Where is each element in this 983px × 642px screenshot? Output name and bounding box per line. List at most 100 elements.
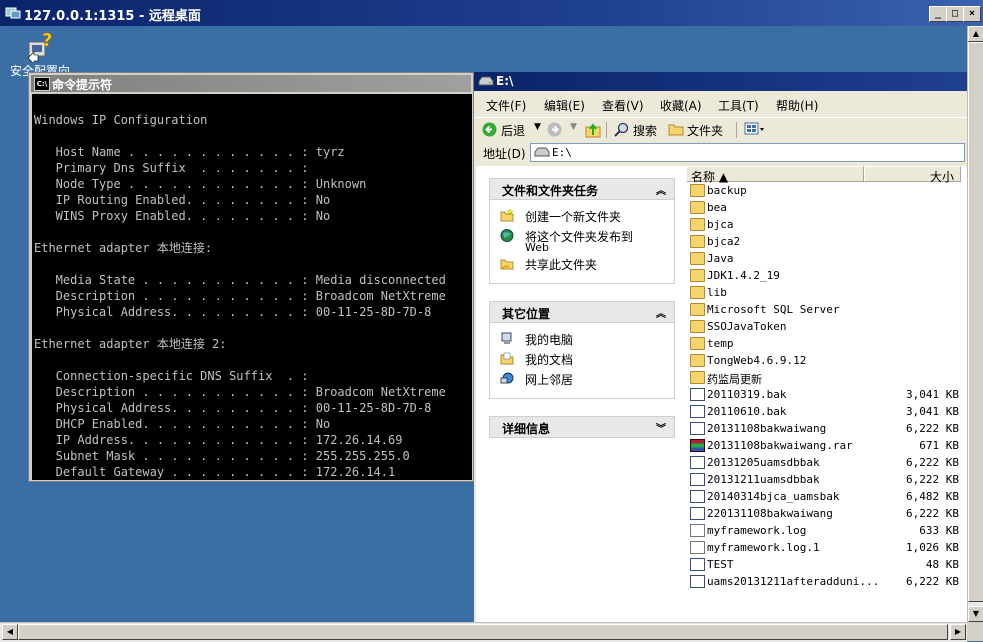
file-row[interactable]: JDK1.4.2_19	[686, 267, 967, 284]
up-folder-icon[interactable]	[585, 122, 601, 138]
expand-chevron-icon[interactable]: ︾	[656, 420, 666, 435]
folder-icon	[690, 184, 705, 197]
file-row[interactable]: bea	[686, 199, 967, 216]
file-row[interactable]: lib	[686, 284, 967, 301]
file-row[interactable]: 20131108bakwaiwang.rar 671 KB	[686, 437, 967, 454]
file-list[interactable]: 名称 ▲ 大小 backup bea bjca bjca2 Java JDK1.4.2_1…	[686, 166, 967, 622]
search-button[interactable]: 搜索	[633, 122, 657, 139]
file-name: bjca	[707, 218, 734, 231]
cmd-output[interactable]: Windows IP Configuration Host Name . . .…	[32, 94, 472, 480]
log-icon	[690, 524, 705, 537]
scroll-right-icon[interactable]: ▶	[950, 624, 966, 640]
file-row[interactable]: 20110610.bak 3,041 KB	[686, 403, 967, 420]
rdp-title-bar[interactable]: 127.0.0.1:1315 - 远程桌面 _ □ ×	[0, 0, 983, 26]
file-row[interactable]: 220131108bakwaiwang 6,222 KB	[686, 505, 967, 522]
file-row[interactable]: backup	[686, 182, 967, 199]
cmd-line: Description . . . . . . . . . . . : Broa…	[34, 385, 446, 399]
cmd-line: IP Address. . . . . . . . . . . . : 172.…	[34, 433, 403, 447]
menu-tools[interactable]: 工具(T)	[718, 97, 759, 114]
file-tasks-header[interactable]: 文件和文件夹任务 ︽	[489, 178, 675, 200]
details-header[interactable]: 详细信息 ︾	[489, 416, 675, 438]
file-row[interactable]: TongWeb4.6.9.12	[686, 352, 967, 369]
file-name: 20140314bjca_uamsbak	[707, 490, 840, 503]
back-dropdown-icon[interactable]: ▼	[534, 122, 541, 132]
file-size: 671 KB	[919, 439, 959, 452]
folder-icon	[690, 303, 705, 316]
file-row[interactable]: 20110319.bak 3,041 KB	[686, 386, 967, 403]
file-row[interactable]: 药监局更新	[686, 369, 967, 386]
file-name: bea	[707, 201, 727, 214]
place-my-documents-label: 我的文档	[525, 353, 574, 367]
folders-icon[interactable]	[668, 122, 684, 136]
column-header-size[interactable]: 大小	[864, 166, 961, 184]
explorer-window[interactable]: E:\ 文件(F) 编辑(E) 查看(V) 收藏(A) 工具(T) 帮助(H) …	[474, 72, 967, 622]
file-row[interactable]: Microsoft SQL Server	[686, 301, 967, 318]
file-name: Java	[707, 252, 734, 265]
minimize-button[interactable]: _	[929, 6, 947, 22]
folder-icon	[690, 235, 705, 248]
file-row[interactable]: myframework.log.1 1,026 KB	[686, 539, 967, 556]
column-header-name[interactable]: 名称 ▲	[686, 166, 864, 184]
menu-file[interactable]: 文件(F)	[486, 97, 526, 114]
forward-arrow-icon[interactable]	[547, 122, 562, 137]
file-row[interactable]: uams20131211afteradduni... 6,222 KB	[686, 573, 967, 590]
back-label: 后退	[501, 124, 526, 138]
folders-button[interactable]: 文件夹	[687, 122, 723, 139]
horizontal-scroll-thumb[interactable]	[18, 624, 948, 640]
views-icon[interactable]	[744, 122, 766, 136]
drive-icon	[478, 76, 494, 86]
place-my-computer-label: 我的电脑	[525, 333, 574, 347]
file-row[interactable]: 20140314bjca_uamsbak 6,482 KB	[686, 488, 967, 505]
collapse-chevron-icon[interactable]: ︽	[656, 182, 666, 197]
other-places-title: 其它位置	[502, 307, 551, 321]
file-icon	[690, 456, 705, 469]
scroll-left-icon[interactable]: ◀	[2, 624, 18, 640]
vertical-scrollbar[interactable]: ▲ ▼	[967, 26, 983, 622]
menu-edit[interactable]: 编辑(E)	[544, 97, 585, 114]
file-row[interactable]: bjca	[686, 216, 967, 233]
menu-help[interactable]: 帮助(H)	[776, 97, 818, 114]
file-size: 6,222 KB	[906, 422, 959, 435]
cmd-window[interactable]: C:\ 命令提示符 Windows IP Configuration Host …	[28, 72, 474, 482]
security-config-wizard-icon[interactable]: ?	[26, 30, 56, 62]
file-icon	[690, 558, 705, 571]
file-row[interactable]: myframework.log 633 KB	[686, 522, 967, 539]
menu-favorites[interactable]: 收藏(A)	[660, 97, 702, 114]
forward-dropdown-icon[interactable]: ▼	[570, 122, 577, 132]
cmd-line: Connection-specific DNS Suffix . :	[34, 369, 309, 383]
scroll-down-icon[interactable]: ▼	[968, 606, 983, 622]
file-row[interactable]: 20131211uamsdbbak 6,222 KB	[686, 471, 967, 488]
cmd-title-bar[interactable]: C:\ 命令提示符	[31, 75, 471, 92]
rar-icon	[690, 439, 705, 452]
file-name: SSOJavaToken	[707, 320, 787, 333]
file-row[interactable]: TEST 48 KB	[686, 556, 967, 573]
maximize-button[interactable]: □	[946, 6, 964, 22]
cmd-title: 命令提示符	[52, 78, 113, 92]
search-icon[interactable]	[614, 122, 629, 137]
folder-icon	[690, 286, 705, 299]
menu-view[interactable]: 查看(V)	[602, 97, 644, 114]
file-icon	[690, 405, 705, 418]
file-name: myframework.log	[707, 524, 807, 537]
file-size: 1,026 KB	[906, 541, 959, 554]
vertical-scroll-thumb[interactable]	[968, 42, 983, 602]
close-button[interactable]: ×	[963, 6, 981, 22]
scroll-up-icon[interactable]: ▲	[968, 26, 983, 42]
file-row[interactable]: bjca2	[686, 233, 967, 250]
my-documents-icon	[500, 352, 514, 365]
cmd-line: Host Name . . . . . . . . . . . . : tyrz	[34, 145, 345, 159]
file-row[interactable]: temp	[686, 335, 967, 352]
file-row[interactable]: 20131205uamsdbbak 6,222 KB	[686, 454, 967, 471]
file-name: uams20131211afteradduni...	[707, 575, 880, 588]
file-row[interactable]: Java	[686, 250, 967, 267]
address-input[interactable]: E:\	[530, 143, 965, 162]
file-row[interactable]: 20131108bakwaiwang 6,222 KB	[686, 420, 967, 437]
task-new-folder-label: 创建一个新文件夹	[525, 210, 622, 224]
horizontal-scrollbar[interactable]: ◀ ▶	[0, 622, 967, 642]
explorer-title-bar[interactable]: E:\	[474, 72, 967, 91]
cmd-line: Windows IP Configuration	[34, 113, 208, 127]
file-row[interactable]: SSOJavaToken	[686, 318, 967, 335]
file-icon	[690, 388, 705, 401]
collapse-chevron-icon[interactable]: ︽	[656, 305, 666, 320]
other-places-header[interactable]: 其它位置 ︽	[489, 301, 675, 323]
